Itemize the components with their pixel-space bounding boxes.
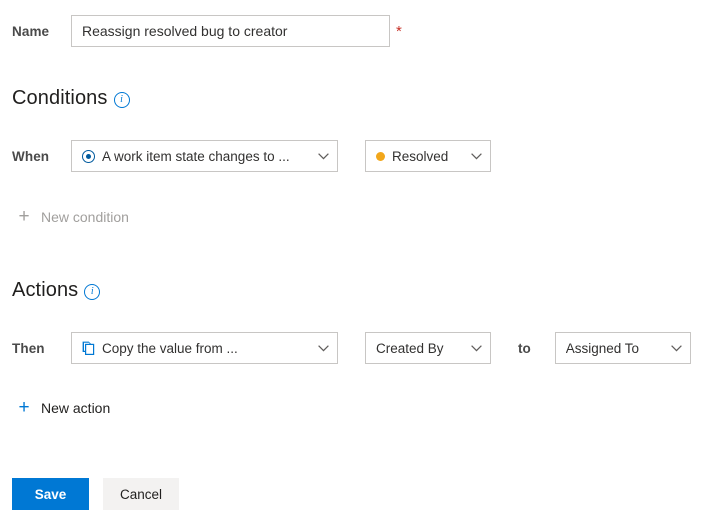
conditions-title: Conditions [12, 87, 108, 109]
chevron-down-icon [670, 344, 682, 352]
then-action-dropdown[interactable]: Copy the value from ... [71, 332, 338, 364]
footer-buttons: Save Cancel [12, 478, 179, 510]
new-condition-button[interactable]: + New condition [16, 207, 129, 226]
conditions-heading: Conditions i [12, 87, 130, 110]
chevron-down-icon [318, 344, 329, 352]
target-field-value: Assigned To [565, 340, 640, 356]
then-action-value: Copy the value from ... [102, 340, 238, 356]
info-icon[interactable]: i [113, 92, 130, 108]
info-icon[interactable]: i [84, 284, 101, 300]
when-trigger-value: A work item state changes to ... [102, 148, 290, 164]
state-value: Resolved [392, 148, 449, 164]
state-color-dot [376, 151, 385, 161]
name-label: Name [12, 23, 50, 39]
chevron-down-icon [471, 152, 482, 160]
source-field-value: Created By [376, 340, 444, 356]
then-label: Then [12, 340, 45, 356]
radio-target-icon [82, 149, 95, 163]
to-label: to [518, 340, 531, 356]
when-trigger-dropdown[interactable]: A work item state changes to ... [71, 140, 338, 172]
name-row: Name * [12, 15, 702, 47]
new-condition-label: New condition [41, 208, 129, 225]
save-button[interactable]: Save [12, 478, 89, 510]
required-indicator: * [396, 22, 402, 40]
actions-heading: Actions i [12, 279, 101, 302]
new-action-label: New action [41, 399, 111, 416]
name-input[interactable] [71, 15, 390, 47]
copy-icon [82, 341, 95, 355]
plus-icon: + [18, 397, 30, 418]
target-field-dropdown[interactable]: Assigned To [554, 332, 691, 364]
new-action-button[interactable]: + New action [16, 398, 110, 417]
cancel-button[interactable]: Cancel [103, 478, 179, 510]
when-row: When A work item state changes to ... Re… [12, 140, 702, 172]
source-field-dropdown[interactable]: Created By [365, 332, 491, 364]
chevron-down-icon [318, 152, 329, 160]
when-label: When [12, 148, 50, 164]
chevron-down-icon [471, 344, 482, 352]
plus-icon: + [18, 206, 30, 227]
then-row: Then Copy the value from ... Created By … [12, 332, 702, 364]
actions-title: Actions [12, 279, 79, 301]
state-value-dropdown[interactable]: Resolved [365, 140, 491, 172]
